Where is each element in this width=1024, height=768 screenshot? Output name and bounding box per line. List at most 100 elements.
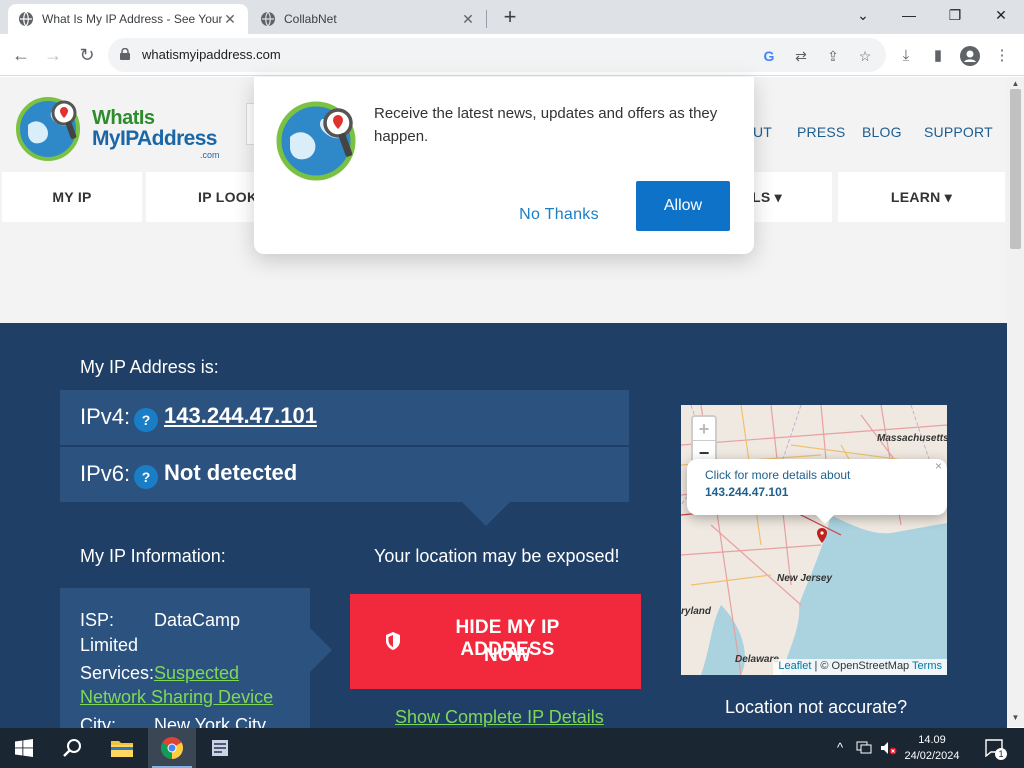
topnav-support[interactable]: SUPPORT xyxy=(924,124,993,140)
help-icon[interactable]: ? xyxy=(134,465,158,489)
tab-separator xyxy=(486,10,487,28)
volume-muted-icon[interactable] xyxy=(878,728,900,768)
download-icon[interactable]: ⤓ xyxy=(896,46,916,66)
file-explorer-icon[interactable] xyxy=(98,728,146,768)
close-tab-icon[interactable]: ✕ xyxy=(222,11,238,28)
popup-ip: 143.244.47.101 xyxy=(705,485,789,499)
my-ip-heading: My IP Address is: xyxy=(80,357,219,377)
notification-prompt: Receive the latest news, updates and off… xyxy=(254,77,754,254)
scroll-down-icon[interactable]: ▼ xyxy=(1007,713,1024,722)
close-tab-icon[interactable]: ✕ xyxy=(460,11,476,28)
location-map[interactable]: + − Massachusetts New Jersey ryland Dela… xyxy=(681,405,947,675)
side-panel-icon[interactable]: ▮ xyxy=(928,46,948,66)
tab-collabnet[interactable]: CollabNet ✕ xyxy=(250,4,486,34)
tab-title: What Is My IP Address - See Your xyxy=(42,12,222,26)
scrollbar-thumb[interactable] xyxy=(1010,89,1021,249)
popup-tip xyxy=(815,514,835,524)
ipv6-row: IPv6: ? Not detected xyxy=(60,447,629,502)
app-icon[interactable] xyxy=(196,728,244,768)
show-hidden-icons[interactable]: ^ xyxy=(830,728,850,768)
clock-date: 24/02/2024 xyxy=(904,750,960,762)
map-label-new-jersey: New Jersey xyxy=(777,573,833,584)
isp-value: DataCamp xyxy=(154,610,241,630)
ipv6-value: Not detected xyxy=(164,460,298,485)
prompt-message: Receive the latest news, updates and off… xyxy=(374,105,718,145)
windows-taskbar: ^ 14.09 24/02/2024 1 xyxy=(0,728,1024,768)
notification-count: 1 xyxy=(995,748,1007,760)
minimize-button[interactable]: — xyxy=(886,4,932,30)
show-complete-ip-details-link[interactable]: Show Complete IP Details xyxy=(395,707,604,728)
topnav-press[interactable]: PRESS xyxy=(797,124,845,140)
tab-search-icon[interactable]: ⌄ xyxy=(840,4,886,30)
browser-toolbar: ← → ↻ whatismyipaddress.com G ⇄ ⇪ ☆ ⤓ ▮ … xyxy=(0,34,1024,76)
system-clock[interactable]: 14.09 24/02/2024 xyxy=(900,732,964,764)
forward-icon[interactable]: → xyxy=(40,42,66,68)
tab-whatismyipaddress[interactable]: What Is My IP Address - See Your ✕ xyxy=(8,4,248,34)
site-logo[interactable]: WhatIs MyIPAddress .com xyxy=(16,95,226,167)
browser-tab-bar: What Is My IP Address - See Your ✕ Colla… xyxy=(0,0,1024,34)
location-warning: Your location may be exposed! xyxy=(374,546,620,566)
logo-text-com: .com xyxy=(200,150,220,160)
leaflet-link[interactable]: Leaflet xyxy=(778,660,811,672)
globe-logo-icon xyxy=(276,101,356,181)
reload-icon[interactable]: ↻ xyxy=(74,42,100,68)
ip-information-heading: My IP Information: xyxy=(80,546,226,566)
help-icon[interactable]: ? xyxy=(134,408,158,432)
services-link[interactable]: Suspected xyxy=(154,663,239,684)
allow-button[interactable]: Allow xyxy=(636,181,730,231)
globe-icon xyxy=(19,11,33,27)
services-link-cont[interactable]: Network Sharing Device xyxy=(80,687,273,708)
notification-center-icon[interactable]: 1 xyxy=(980,728,1010,768)
translate-icon[interactable]: ⇄ xyxy=(792,47,810,65)
globe-icon xyxy=(261,11,275,27)
ipv4-label: IPv4: xyxy=(80,404,131,429)
ipv6-label: IPv6: xyxy=(80,461,131,486)
isp-value-cont: Limited xyxy=(80,635,139,655)
lock-icon xyxy=(120,48,130,60)
profile-icon[interactable] xyxy=(960,46,980,66)
terms-link[interactable]: Terms xyxy=(912,660,942,672)
google-icon[interactable]: G xyxy=(760,47,778,65)
ipv4-row: IPv4: ? 143.244.47.101 xyxy=(60,390,629,445)
search-icon[interactable] xyxy=(48,728,96,768)
menu-icon[interactable]: ⋮ xyxy=(992,46,1012,66)
maximize-button[interactable]: ❐ xyxy=(932,4,978,30)
ipv4-value[interactable]: 143.244.47.101 xyxy=(164,403,317,429)
location-not-accurate[interactable]: Location not accurate? xyxy=(725,697,907,718)
topnav-blog[interactable]: BLOG xyxy=(862,124,902,140)
info-box-pointer xyxy=(310,628,332,672)
windows-start-icon[interactable] xyxy=(0,728,48,768)
new-tab-button[interactable]: + xyxy=(498,4,522,30)
isp-label: ISP: xyxy=(80,610,115,630)
map-label-maryland: ryland xyxy=(681,606,712,617)
no-thanks-button[interactable]: No Thanks xyxy=(504,195,614,235)
map-tiles xyxy=(681,405,947,675)
back-icon[interactable]: ← xyxy=(8,42,34,68)
hide-my-ip-button[interactable]: HIDE MY IP ADDRESS NOW xyxy=(350,594,641,689)
popup-close-icon[interactable]: × xyxy=(935,459,947,473)
map-label-delaware: Delaware xyxy=(735,654,779,665)
tab-title: CollabNet xyxy=(284,12,337,26)
clock-time: 14.09 xyxy=(918,734,946,746)
map-popup[interactable]: Click for more details about 143.244.47.… xyxy=(687,459,947,515)
globe-logo-icon xyxy=(16,97,80,161)
map-label-massachusetts: Massachusetts xyxy=(877,433,947,444)
zoom-in-button[interactable]: + xyxy=(693,417,715,441)
chrome-icon[interactable] xyxy=(148,728,196,768)
hide-button-line2: NOW xyxy=(483,645,532,666)
address-bar[interactable]: whatismyipaddress.com G ⇄ ⇪ ☆ xyxy=(108,38,886,72)
nav-my-ip[interactable]: MY IP xyxy=(2,172,142,222)
topnav-about[interactable]: UT xyxy=(753,124,772,140)
scroll-up-icon[interactable]: ▲ xyxy=(1007,79,1024,88)
popup-text: Click for more details about xyxy=(705,468,851,482)
network-icon[interactable] xyxy=(852,728,876,768)
star-icon[interactable]: ☆ xyxy=(856,47,874,65)
share-icon[interactable]: ⇪ xyxy=(824,47,842,65)
close-window-button[interactable]: ✕ xyxy=(978,4,1024,30)
attribution-text: | © OpenStreetMap xyxy=(811,660,913,672)
ip-box-pointer xyxy=(462,502,510,526)
map-attribution: Leaflet | © OpenStreetMap Terms xyxy=(773,659,947,675)
logo-text-myipaddress: MyIPAddress xyxy=(92,127,217,150)
page-scrollbar[interactable]: ▲ ▼ xyxy=(1007,77,1024,727)
nav-learn[interactable]: LEARN ▾ xyxy=(838,172,1005,222)
